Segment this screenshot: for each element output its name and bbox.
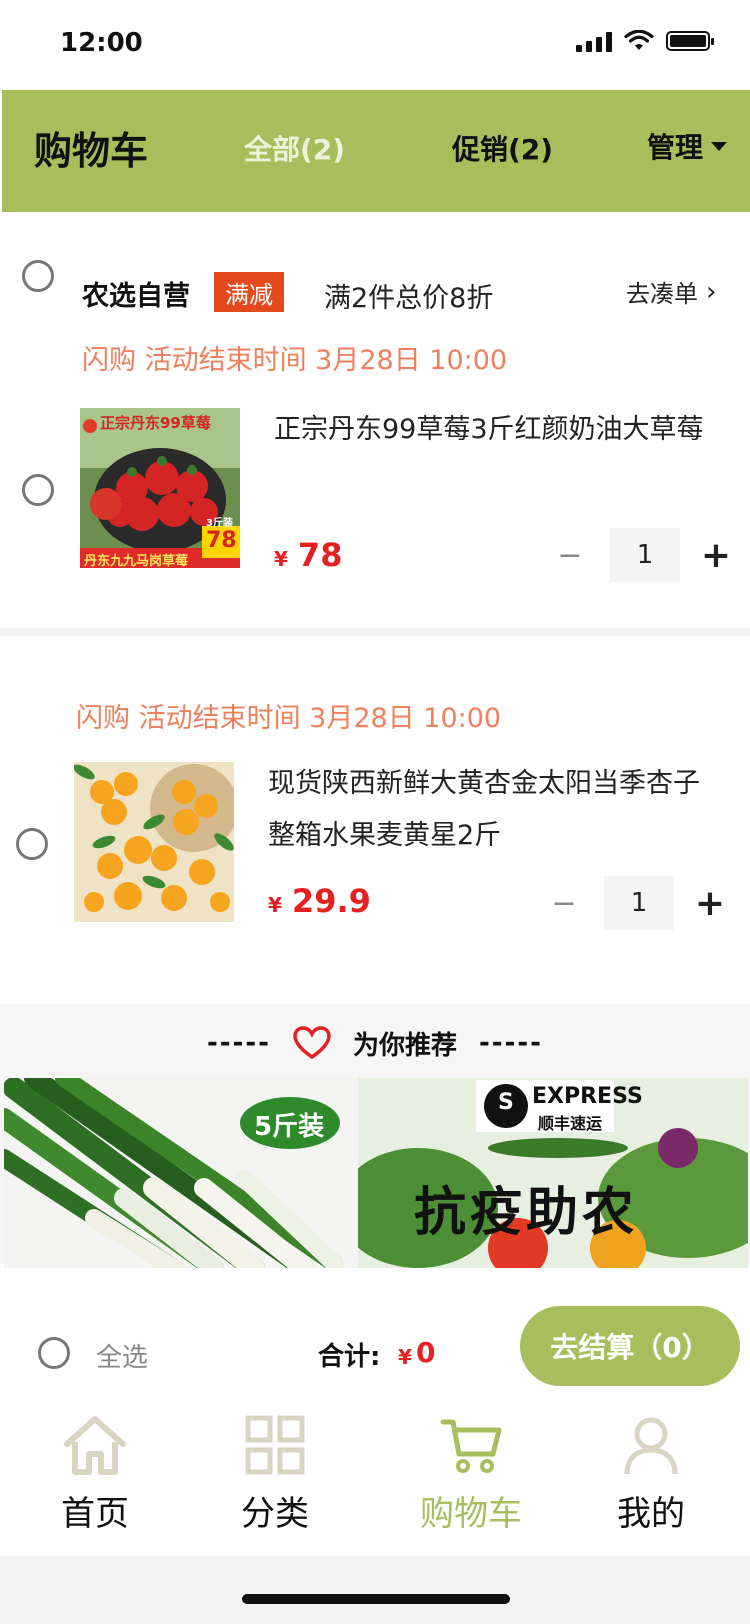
page-title: 购物车: [34, 129, 149, 173]
wifi-icon: [624, 30, 654, 50]
grid-icon: [245, 1415, 305, 1475]
total-currency: ¥: [398, 1345, 412, 1369]
item-select-radio[interactable]: [16, 828, 48, 860]
brand-sub: 顺丰速运: [538, 1114, 603, 1133]
increase-button[interactable]: +: [698, 535, 734, 576]
status-icons: [576, 30, 714, 52]
heart-icon: [293, 1026, 331, 1060]
dash-left: -----: [207, 1028, 271, 1058]
select-all-label[interactable]: 全选: [96, 1337, 148, 1374]
recommend-header: ----- 为你推荐 -----: [0, 1022, 750, 1064]
product-title[interactable]: 正宗丹东99草莓3斤红颜奶油大草莓: [274, 404, 724, 456]
total-value: 0: [416, 1336, 436, 1369]
tab-category[interactable]: 分类: [200, 1414, 350, 1535]
image-price-badge: 78: [206, 528, 237, 553]
currency-symbol: ¥: [268, 893, 282, 917]
tab-cart[interactable]: 购物车: [396, 1414, 546, 1535]
dash-right: -----: [479, 1028, 543, 1058]
home-indicator-area: [0, 1556, 750, 1624]
price-value: 29.9: [291, 882, 371, 920]
total-label: 合计:: [318, 1342, 381, 1372]
tab-label: 我的: [617, 1494, 685, 1534]
store-name: 农选自营: [82, 281, 190, 312]
product-title[interactable]: 现货陕西新鲜大黄杏金太阳当季杏子 整箱水果麦黄星2斤: [268, 758, 728, 862]
signal-icon: [576, 30, 612, 52]
recommend-title: 为你推荐: [352, 1030, 457, 1061]
card-headline: 抗疫助农: [414, 1183, 639, 1243]
quantity-value[interactable]: 1: [610, 528, 680, 582]
price-value: 78: [297, 536, 343, 574]
caret-down-icon: [711, 141, 728, 151]
quantity-stepper: − 1 +: [544, 876, 728, 930]
status-time: 12:00: [60, 28, 143, 58]
tab-profile[interactable]: 我的: [576, 1414, 726, 1535]
cart-header: 购物车 全部(2) 促销(2) 管理: [2, 90, 750, 212]
select-all-radio[interactable]: [38, 1337, 70, 1369]
home-indicator[interactable]: [242, 1594, 510, 1604]
discount-tag: 满减: [214, 272, 284, 312]
image-banner-text: 正宗丹东99草莓: [100, 414, 211, 432]
tab-all[interactable]: 全部(2): [244, 128, 345, 168]
manage-label: 管理: [647, 131, 704, 164]
user-icon: [624, 1417, 678, 1475]
decrease-button[interactable]: −: [550, 538, 590, 573]
product-price: ¥ 29.9: [268, 882, 371, 920]
image-bottom-text: 丹东九九马岗草莓: [84, 554, 189, 569]
product-price: ¥ 78: [274, 536, 342, 574]
home-icon: [64, 1416, 126, 1475]
flash-sale-info: 闪购 活动结束时间 3月28日 10:00: [82, 345, 508, 376]
recommend-card-express[interactable]: S EXPRESS 顺丰速运 抗疫助农: [358, 1078, 748, 1268]
quantity-stepper: − 1 +: [550, 528, 734, 582]
image-pack-label: 3斤装: [206, 518, 233, 529]
manage-button[interactable]: 管理: [647, 126, 728, 166]
battery-icon: [666, 31, 714, 51]
decrease-button[interactable]: −: [544, 886, 584, 921]
brand-name: EXPRESS: [532, 1084, 643, 1109]
status-bar: 12:00: [0, 0, 750, 90]
chevron-right-icon: ›: [706, 276, 717, 307]
tab-label: 购物车: [420, 1494, 522, 1534]
go-add-link[interactable]: 去凑单 ›: [626, 274, 716, 309]
go-add-label: 去凑单: [626, 280, 698, 308]
flash-sale-info: 闪购 活动结束时间 3月28日 10:00: [76, 703, 502, 734]
tab-promo[interactable]: 促销(2): [452, 128, 553, 168]
card-badge: 5斤装: [254, 1112, 325, 1142]
currency-symbol: ¥: [274, 547, 288, 571]
promo-description: 满2件总价8折: [324, 283, 494, 314]
tab-label: 首页: [61, 1494, 129, 1534]
section-divider: [0, 628, 750, 636]
product-title-line1: 现货陕西新鲜大黄杏金太阳当季杏子: [268, 768, 700, 799]
checkout-button[interactable]: 去结算（0）: [520, 1306, 740, 1386]
recommend-card-scallion[interactable]: 5斤装: [4, 1078, 358, 1268]
store-select-radio[interactable]: [22, 260, 54, 292]
increase-button[interactable]: +: [692, 883, 728, 924]
tab-home[interactable]: 首页: [20, 1414, 170, 1535]
tab-label: 分类: [241, 1494, 309, 1534]
cart-icon: [440, 1419, 502, 1473]
item-select-radio[interactable]: [22, 474, 54, 506]
product-image-apricot[interactable]: [73, 762, 238, 922]
product-image-strawberry[interactable]: 正宗丹东99草莓 丹东九九马岗草莓 78 3斤装: [80, 408, 240, 569]
product-title-line2: 整箱水果麦黄星2斤: [268, 820, 502, 851]
quantity-value[interactable]: 1: [604, 876, 674, 930]
